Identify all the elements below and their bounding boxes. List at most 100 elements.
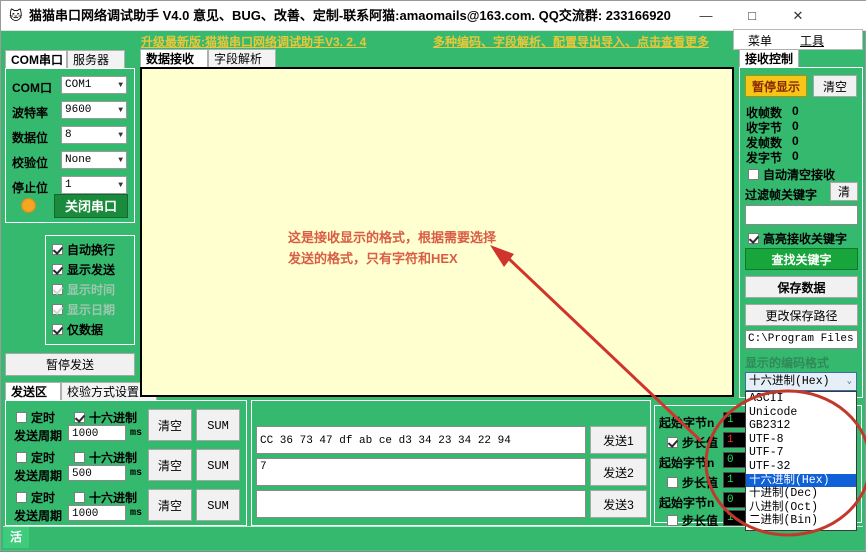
tab-server[interactable]: 服务器 — [67, 50, 125, 69]
checkbox-label: 定时 — [31, 451, 55, 465]
period-input-1[interactable]: 1000 — [68, 425, 126, 441]
encoding-option-utf7[interactable]: UTF-7 — [746, 446, 856, 460]
save-data-button[interactable]: 保存数据 — [745, 276, 858, 298]
filter-clear-button[interactable]: 清 — [830, 182, 858, 201]
features-link[interactable]: 多种编码、字段解析、配置导出导入、点击查看更多 — [433, 33, 709, 50]
tx-frames-value: 0 — [792, 134, 799, 148]
pause-send-button[interactable]: 暂停发送 — [5, 353, 135, 376]
encoding-option-gb2312[interactable]: GB2312 — [746, 419, 856, 433]
minimize-button[interactable]: — — [683, 1, 729, 30]
period-label-3: 发送周期 — [14, 507, 62, 524]
checkbox-label: 步长值 — [682, 436, 718, 450]
tx-bytes-value: 0 — [792, 149, 799, 163]
tab-data-receive[interactable]: 数据接收 — [140, 49, 208, 68]
checkbox-auto-wrap[interactable]: 自动换行 — [52, 241, 115, 258]
save-path-input[interactable]: C:\Program Files — [745, 330, 858, 349]
send-input-1[interactable]: CC 36 73 47 df ab ce d3 34 23 34 22 94 — [256, 426, 586, 454]
baud-rate-label: 波特率 — [12, 104, 48, 121]
checkbox-label: 定时 — [31, 491, 55, 505]
chevron-down-icon: ⌄ — [847, 373, 852, 390]
change-save-path-button[interactable]: 更改保存路径 — [745, 304, 858, 326]
find-keyword-button[interactable]: 查找关键字 — [745, 248, 858, 270]
encoding-format-label: 显示的编码格式 — [745, 354, 829, 371]
stop-bits-select[interactable]: 1 ▼ — [61, 176, 127, 194]
send-input-3[interactable] — [256, 490, 586, 518]
tab-field-parse[interactable]: 字段解析 — [208, 49, 276, 68]
annotation-line-2: 发送的格式，只有字符和HEX — [288, 248, 496, 269]
checkbox-box — [74, 452, 85, 463]
checkbox-step-2[interactable]: 步长值 — [667, 474, 718, 491]
filter-keyword-input[interactable] — [745, 205, 858, 225]
close-port-button[interactable]: 关闭串口 — [54, 194, 128, 218]
encoding-option-utf8[interactable]: UTF-8 — [746, 433, 856, 447]
title-bar: 🐱 猫猫串口网络调试助手 V4.0 意见、BUG、改善、定制-联系阿猫:amao… — [1, 1, 866, 31]
checkbox-hex-2[interactable]: 十六进制 — [74, 449, 137, 466]
data-bits-label: 数据位 — [12, 129, 48, 146]
receive-control-tabs: 接收控制 — [739, 49, 859, 68]
window-title: 猫猫串口网络调试助手 V4.0 意见、BUG、改善、定制-联系阿猫:amaoma… — [29, 7, 671, 25]
checkbox-show-send[interactable]: 显示发送 — [52, 261, 115, 278]
checkbox-box — [667, 437, 678, 448]
checkbox-label: 步长值 — [682, 476, 718, 490]
encoding-option-hex[interactable]: 十六进制(Hex) — [746, 474, 856, 488]
com-port-value: COM1 — [65, 79, 91, 91]
clear-button-3[interactable]: 清空 — [148, 489, 192, 521]
tab-com-serial[interactable]: COM串口 — [5, 50, 67, 69]
checkbox-box — [52, 264, 63, 275]
clear-button-1[interactable]: 清空 — [148, 409, 192, 441]
checkbox-timer-1[interactable]: 定时 — [16, 409, 55, 426]
encoding-option-oct[interactable]: 八进制(Oct) — [746, 501, 856, 515]
checkbox-data-only[interactable]: 仅数据 — [52, 321, 103, 338]
checkbox-step-1[interactable]: 步长值 — [667, 434, 718, 451]
parity-select[interactable]: None ▼ — [61, 151, 127, 169]
baud-rate-select[interactable]: 9600 ▼ — [61, 101, 127, 119]
tools-button[interactable]: 工具 — [800, 32, 824, 49]
checkbox-label: 显示日期 — [67, 303, 115, 317]
encoding-format-dropdown[interactable]: ASCII Unicode GB2312 UTF-8 UTF-7 UTF-32 … — [745, 391, 857, 531]
receive-display-area[interactable]: 这是接收显示的格式，根据需要选择 发送的格式，只有字符和HEX — [140, 67, 734, 397]
encoding-format-select[interactable]: 十六进制(Hex) ⌄ — [745, 372, 857, 391]
encoding-option-unicode[interactable]: Unicode — [746, 406, 856, 420]
checkbox-auto-clear-receive[interactable]: 自动清空接收 — [748, 166, 835, 183]
checkbox-show-time[interactable]: 显示时间 — [52, 281, 115, 298]
period-input-2[interactable]: 500 — [68, 465, 126, 481]
encoding-option-utf32[interactable]: UTF-32 — [746, 460, 856, 474]
encoding-option-ascii[interactable]: ASCII — [746, 392, 856, 406]
maximize-button[interactable]: □ — [729, 1, 775, 30]
tab-receive-control[interactable]: 接收控制 — [739, 49, 799, 68]
data-bits-select[interactable]: 8 ▼ — [61, 126, 127, 144]
clear-button-2[interactable]: 清空 — [148, 449, 192, 481]
clear-receive-button[interactable]: 清空 — [813, 75, 857, 97]
checkbox-box — [52, 324, 63, 335]
upgrade-link[interactable]: 升级最新版:猫猫串口网络调试助手V3. 2. 4 — [141, 33, 366, 50]
encoding-option-dec[interactable]: 十进制(Dec) — [746, 487, 856, 501]
checkbox-box — [74, 492, 85, 503]
sum-button-3[interactable]: SUM — [196, 489, 240, 521]
send-button-1[interactable]: 发送1 — [590, 426, 647, 454]
encoding-option-bin[interactable]: 二进制(Bin) — [746, 514, 856, 528]
checkbox-timer-2[interactable]: 定时 — [16, 449, 55, 466]
checkbox-hex-3[interactable]: 十六进制 — [74, 489, 137, 506]
checkbox-timer-3[interactable]: 定时 — [16, 489, 55, 506]
tab-send-area[interactable]: 发送区 — [5, 382, 61, 401]
period-unit-3: ms — [130, 508, 142, 519]
checkbox-show-date[interactable]: 显示日期 — [52, 301, 115, 318]
com-port-select[interactable]: COM1 ▼ — [61, 76, 127, 94]
rx-bytes-value: 0 — [792, 119, 799, 133]
period-input-3[interactable]: 1000 — [68, 505, 126, 521]
send-button-3[interactable]: 发送3 — [590, 490, 647, 518]
checkbox-label: 显示发送 — [67, 263, 115, 277]
send-input-2[interactable]: 7 — [256, 458, 586, 486]
pause-display-button[interactable]: 暂停显示 — [745, 75, 807, 97]
sum-button-2[interactable]: SUM — [196, 449, 240, 481]
parity-label: 校验位 — [12, 154, 48, 171]
menu-button[interactable]: 菜单 — [748, 32, 772, 49]
send-button-2[interactable]: 发送2 — [590, 458, 647, 486]
checkbox-box — [667, 515, 678, 526]
checkbox-highlight-keyword[interactable]: 高亮接收关键字 — [748, 230, 847, 247]
sum-button-1[interactable]: SUM — [196, 409, 240, 441]
checkbox-box — [748, 233, 759, 244]
checkbox-hex-1[interactable]: 十六进制 — [74, 409, 137, 426]
start-byte-label-2: 起始字节n — [659, 454, 714, 471]
close-button[interactable]: ✕ — [775, 1, 821, 30]
